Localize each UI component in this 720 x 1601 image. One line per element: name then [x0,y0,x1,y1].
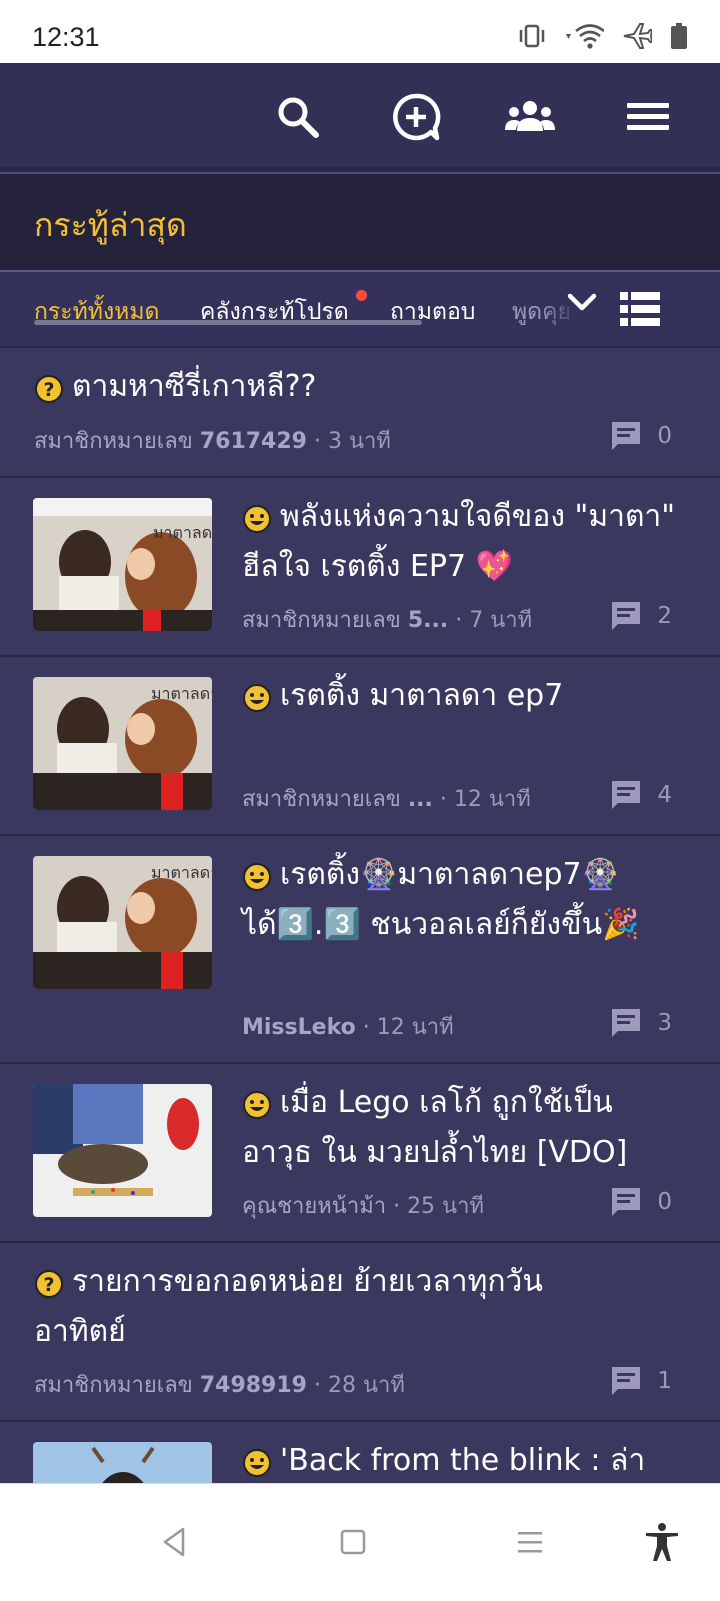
topic-title[interactable]: พลังแห่งความใจดีของ "มาตา" ฮีลใจ เรตติ้ง… [242,492,682,592]
section-title: กระทู้ล่าสุด [34,206,187,244]
comment-count: 0 [609,420,672,452]
chevron-down-icon[interactable] [566,290,598,318]
status-icons [518,22,688,54]
author-id[interactable]: 7617429 [200,429,307,454]
topic-thumbnail[interactable]: มาตาลดา [33,498,212,631]
topic-item[interactable]: มาตาลดา พลังแห่งความใจดีของ "มาตา" ฮีลใจ… [0,478,720,657]
topic-meta: สมาชิกหมายเลข 5... · 7 นาที [242,608,533,633]
topic-item[interactable]: ? รายการขอกอดหน่อย ย้ายเวลาทุกวันอาทิตย์ … [0,1243,720,1422]
chat-badge-icon [242,500,272,533]
chat-badge-icon [242,679,272,712]
topic-meta: สมาชิกหมายเลข 7498919 · 28 นาที [34,1373,405,1398]
topic-meta: MissLeko · 12 นาที [242,1015,454,1040]
search-icon[interactable] [270,89,326,145]
vibrate-icon [518,23,546,53]
svg-text:มาตาลดา: มาตาลดา [151,863,212,882]
svg-text:?: ? [43,379,54,401]
wifi-icon [564,22,605,54]
topic-time: 3 นาที [327,429,391,454]
community-icon[interactable] [502,89,558,145]
system-nav-bar [0,1483,720,1601]
topic-item[interactable]: มาตาลดา เรตติ้ง🎡มาตาลดาep7🎡ได้3️⃣.3️⃣ ชน… [0,836,720,1064]
svg-text:มาตาลดา: มาตาลดา [151,684,212,703]
author-id[interactable]: MissLeko [242,1015,356,1040]
comment-count: 2 [609,600,672,632]
author-id[interactable]: ... [408,787,433,812]
back-icon[interactable] [154,1522,194,1562]
status-time: 12:31 [32,22,100,52]
status-bar: 12:31 [0,0,720,63]
battery-icon [670,23,688,53]
comment-count: 1 [609,1365,672,1397]
topic-item[interactable]: ? ตามหาซีรี่เกาหลี?? สมาชิกหมายเลข 761742… [0,348,720,478]
topic-item[interactable]: เมื่อ Lego เลโก้ ถูกใช้เป็นอาวุธ ใน มวยป… [0,1064,720,1243]
topic-meta: สมาชิกหมายเลข ... · 12 นาที [242,787,531,812]
svg-text:?: ? [43,1274,54,1296]
comment-icon [612,1188,641,1216]
topic-meta: สมาชิกหมายเลข 7617429 · 3 นาที [34,429,391,454]
author-id[interactable]: 7498919 [200,1373,307,1398]
author-label: สมาชิกหมายเลข [34,429,193,454]
comment-icon [612,1009,641,1037]
comment-count: 0 [609,1186,672,1218]
tab-scroll-indicator [34,320,422,325]
comment-icon [612,602,641,630]
comment-icon [612,1367,641,1395]
svg-text:มาตาลดา: มาตาลดา [153,523,212,542]
topic-item[interactable]: มาตาลดา เรตติ้ง มาตาลดา ep7 สมาชิกหมายเล… [0,657,720,836]
chat-badge-icon [242,1086,272,1119]
topic-thumbnail[interactable]: มาตาลดา [33,677,212,810]
author-id[interactable]: คุณชายหน้าม้า [242,1194,386,1219]
topic-title[interactable]: 'Back from the blink : ล่า [242,1436,682,1483]
topic-item[interactable]: 'Back from the blink : ล่า [0,1422,720,1483]
menu-icon[interactable] [620,89,676,145]
airplane-mode-icon [622,22,654,54]
topic-meta: คุณชายหน้าม้า · 25 นาที [242,1194,484,1219]
accessibility-icon[interactable] [642,1522,682,1562]
recents-icon[interactable] [510,1522,550,1562]
chat-badge-icon [242,858,272,891]
comment-icon [612,422,641,450]
tab-bar: กระทู้ทั้งหมด คลังกระทู้โปรด ถามตอบ พูดค… [0,272,720,348]
question-badge-icon: ? [34,370,64,403]
topic-title[interactable]: ? ตามหาซีรี่เกาหลี?? [34,362,316,412]
topic-title[interactable]: ? รายการขอกอดหน่อย ย้ายเวลาทุกวันอาทิตย์ [34,1257,634,1357]
topic-title[interactable]: เรตติ้ง มาตาลดา ep7 [242,671,682,721]
notification-dot [356,290,367,301]
topic-thumbnail[interactable] [33,1442,212,1483]
home-icon[interactable] [333,1522,373,1562]
comment-count: 4 [609,779,672,811]
topic-title[interactable]: เมื่อ Lego เลโก้ ถูกใช้เป็นอาวุธ ใน มวยป… [242,1078,682,1178]
chat-badge-icon [242,1444,272,1477]
author-id[interactable]: 5... [408,608,448,633]
comment-count: 3 [609,1007,672,1039]
section-header: กระทู้ล่าสุด [0,172,720,272]
comment-icon [612,781,641,809]
topic-thumbnail[interactable]: มาตาลดา [33,856,212,989]
topic-thumbnail[interactable] [33,1084,212,1217]
app-bar [0,63,720,167]
question-badge-icon: ? [34,1265,64,1298]
topic-title[interactable]: เรตติ้ง🎡มาตาลดาep7🎡ได้3️⃣.3️⃣ ชนวอลเลย์ก… [242,850,662,950]
topic-feed: ? ตามหาซีรี่เกาหลี?? สมาชิกหมายเลข 761742… [0,348,720,1483]
list-view-icon[interactable] [620,292,660,330]
new-topic-icon[interactable] [388,89,444,145]
